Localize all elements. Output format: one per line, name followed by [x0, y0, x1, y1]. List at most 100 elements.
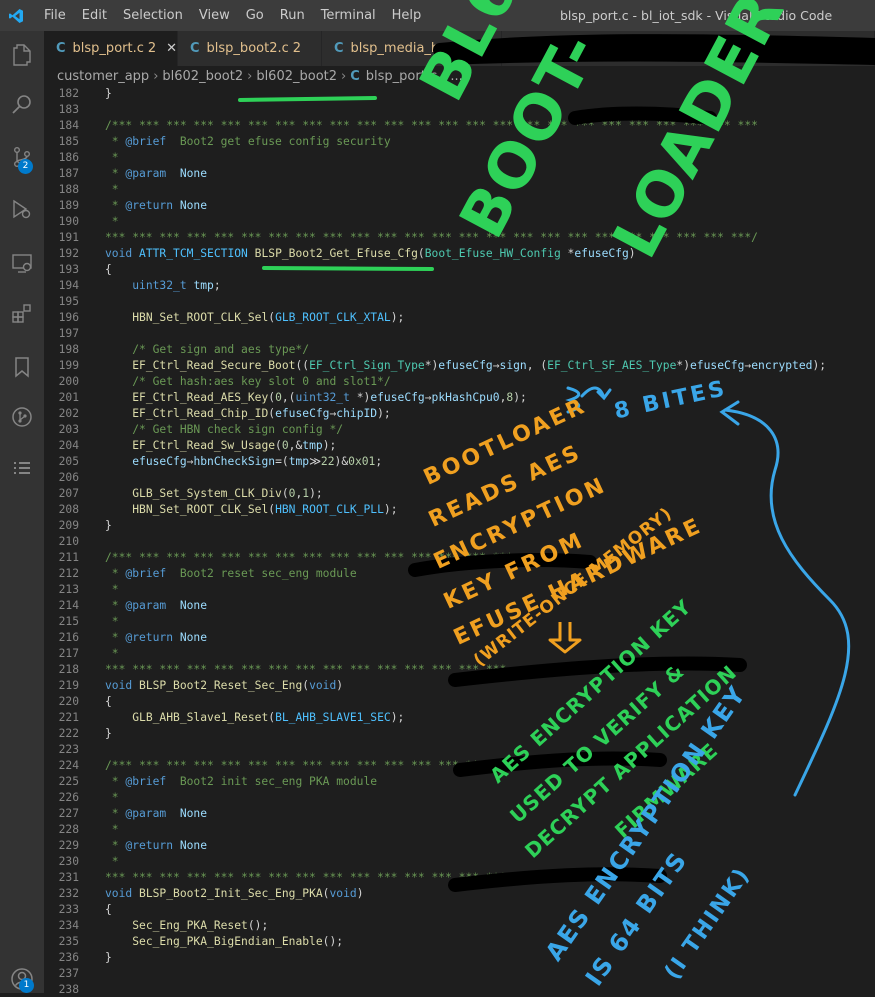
line-number: 211 — [58, 551, 79, 564]
tab-blsp-port[interactable]: C blsp_port.c 2 ✕ — [44, 31, 178, 66]
code-line[interactable]: 217 * — [44, 646, 875, 662]
code-line[interactable]: 207 GLB_Set_System_CLK_Div(0,1); — [44, 486, 875, 502]
code-line[interactable]: 226 * — [44, 790, 875, 806]
code-text: { — [105, 263, 112, 276]
code-line[interactable]: 234 Sec_Eng_PKA_Reset(); — [44, 918, 875, 934]
git-graph-icon[interactable] — [0, 399, 44, 435]
menu-help[interactable]: Help — [384, 8, 430, 23]
code-text: * — [105, 823, 119, 836]
code-line[interactable]: 185 * @brief Boot2 get efuse config secu… — [44, 134, 875, 150]
code-line[interactable]: 211 /*** *** *** *** *** *** *** *** *** … — [44, 550, 875, 566]
debug-icon[interactable] — [0, 191, 44, 227]
code-text: efuseCfg→hbnCheckSign=(tmp≫22)&0x01; — [132, 455, 383, 468]
list-icon[interactable] — [0, 451, 44, 487]
code-line[interactable]: 215 * — [44, 614, 875, 630]
code-text: * — [105, 583, 119, 596]
code-line[interactable]: 203 /* Get HBN check sign config */ — [44, 422, 875, 438]
breadcrumb-item[interactable]: bl602_boot2 — [256, 69, 337, 84]
code-line[interactable]: 192 void ATTR_TCM_SECTION BLSP_Boot2_Get_… — [44, 246, 875, 262]
code-line[interactable]: 232 void BLSP_Boot2_Init_Sec_Eng_PKA(void… — [44, 886, 875, 902]
code-line[interactable]: 201 EF_Ctrl_Read_AES_Key(0,(uint32_t *)e… — [44, 390, 875, 406]
search-icon[interactable] — [0, 87, 44, 123]
code-text: /* Get sign and aes type*/ — [105, 343, 310, 356]
code-line[interactable]: 230 * — [44, 854, 875, 870]
code-line[interactable]: 187 * @param None — [44, 166, 875, 182]
code-line[interactable]: 221 GLB_AHB_Slave1_Reset(BL_AHB_SLAVE1_S… — [44, 710, 875, 726]
code-line[interactable]: 214 * @param None — [44, 598, 875, 614]
code-line[interactable]: 223 — [44, 742, 875, 758]
code-line[interactable]: 222} — [44, 726, 875, 742]
breadcrumb-item[interactable]: bl602_boot2 — [162, 69, 243, 84]
code-line[interactable]: 236} — [44, 950, 875, 966]
menu-file[interactable]: File — [36, 8, 74, 23]
code-line[interactable]: 238 — [44, 982, 875, 993]
code-line[interactable]: 216 * @return None — [44, 630, 875, 646]
code-line[interactable]: 229 * @return None — [44, 838, 875, 854]
code-text: EF_Ctrl_Read_AES_Key(0,(uint32_t *)efuse… — [132, 391, 527, 404]
code-text: *** *** *** *** *** *** *** *** *** *** … — [105, 231, 758, 244]
code-line[interactable]: 195 — [44, 294, 875, 310]
line-number: 197 — [58, 327, 79, 340]
code-line[interactable]: 220 { — [44, 694, 875, 710]
line-number: 192 — [58, 247, 79, 260]
code-line[interactable]: 235 Sec_Eng_PKA_BigEndian_Enable(); — [44, 934, 875, 950]
code-text: * — [105, 791, 119, 804]
line-number: 220 — [58, 695, 79, 708]
line-number: 208 — [58, 503, 79, 516]
code-line[interactable]: 231 *** *** *** *** *** *** *** *** *** *… — [44, 870, 875, 886]
code-line[interactable]: 206 — [44, 470, 875, 486]
code-line[interactable]: 188 * — [44, 182, 875, 198]
menu-view[interactable]: View — [191, 8, 238, 23]
code-line[interactable]: 193 { — [44, 262, 875, 278]
code-line[interactable]: 200 /* Get hash:aes key slot 0 and slot1… — [44, 374, 875, 390]
code-line[interactable]: 189 * @return None — [44, 198, 875, 214]
code-line[interactable]: 205 efuseCfg→hbnCheckSign=(tmp≫22)&0x01; — [44, 454, 875, 470]
code-line[interactable]: 198 /* Get sign and aes type*/ — [44, 342, 875, 358]
code-line[interactable]: 209} — [44, 518, 875, 534]
code-line[interactable]: 237 — [44, 966, 875, 982]
code-line[interactable]: 210 — [44, 534, 875, 550]
code-line[interactable]: 197 — [44, 326, 875, 342]
extensions-icon[interactable] — [0, 296, 44, 332]
code-line[interactable]: 204 EF_Ctrl_Read_Sw_Usage(0,&tmp); — [44, 438, 875, 454]
tab-blsp-boot2[interactable]: C blsp_boot2.c 2 — [178, 31, 322, 66]
close-icon[interactable]: ✕ — [166, 41, 177, 56]
code-text: uint32_t tmp; — [132, 279, 221, 292]
code-line[interactable]: 228 * — [44, 822, 875, 838]
code-line[interactable]: 212 * @brief Boot2 reset sec_eng module — [44, 566, 875, 582]
line-number: 194 — [58, 279, 79, 292]
code-line[interactable]: 184 /*** *** *** *** *** *** *** *** *** … — [44, 118, 875, 134]
code-line[interactable]: 190 * — [44, 214, 875, 230]
menu-go[interactable]: Go — [238, 8, 272, 23]
remote-explorer-icon[interactable] — [0, 245, 44, 281]
explorer-icon[interactable] — [0, 37, 44, 73]
line-number: 213 — [58, 583, 79, 596]
breadcrumb-more[interactable]: ... — [450, 69, 462, 84]
activity-bar: 2 1 — [0, 31, 44, 993]
breadcrumb-item[interactable]: customer_app — [57, 69, 149, 84]
code-line[interactable]: 194 uint32_t tmp; — [44, 278, 875, 294]
menu-edit[interactable]: Edit — [74, 8, 115, 23]
code-line[interactable]: 183 — [44, 102, 875, 118]
breadcrumb-file[interactable]: blsp_port.c — [366, 69, 437, 84]
bookmarks-icon[interactable] — [0, 349, 44, 385]
code-line[interactable]: 218 *** *** *** *** *** *** *** *** *** *… — [44, 662, 875, 678]
code-line[interactable]: 233 { — [44, 902, 875, 918]
code-line[interactable]: 213 * — [44, 582, 875, 598]
code-line[interactable]: 199 EF_Ctrl_Read_Secure_Boot((EF_Ctrl_Si… — [44, 358, 875, 374]
code-line[interactable]: 196 HBN_Set_ROOT_CLK_Sel(GLB_ROOT_CLK_XT… — [44, 310, 875, 326]
code-line[interactable]: 225 * @brief Boot2 init sec_eng PKA modu… — [44, 774, 875, 790]
menu-selection[interactable]: Selection — [115, 8, 191, 23]
code-line[interactable]: 202 EF_Ctrl_Read_Chip_ID(efuseCfg→chipID… — [44, 406, 875, 422]
code-editor[interactable]: 182} 183 184/*** *** *** *** *** *** *** *… — [44, 86, 875, 993]
code-line[interactable]: 191 *** *** *** *** *** *** *** *** *** *… — [44, 230, 875, 246]
code-line[interactable]: 208 HBN_Set_ROOT_CLK_Sel(HBN_ROOT_CLK_PL… — [44, 502, 875, 518]
code-line[interactable]: 219 void BLSP_Boot2_Reset_Sec_Eng(void) — [44, 678, 875, 694]
code-line[interactable]: 224 /*** *** *** *** *** *** *** *** *** … — [44, 758, 875, 774]
menu-run[interactable]: Run — [272, 8, 313, 23]
code-line[interactable]: 186 * — [44, 150, 875, 166]
code-line[interactable]: 182} — [44, 86, 875, 102]
tab-blsp-media-boot[interactable]: C blsp_media_boo — [322, 31, 502, 66]
code-line[interactable]: 227 * @param None — [44, 806, 875, 822]
menu-terminal[interactable]: Terminal — [313, 8, 384, 23]
